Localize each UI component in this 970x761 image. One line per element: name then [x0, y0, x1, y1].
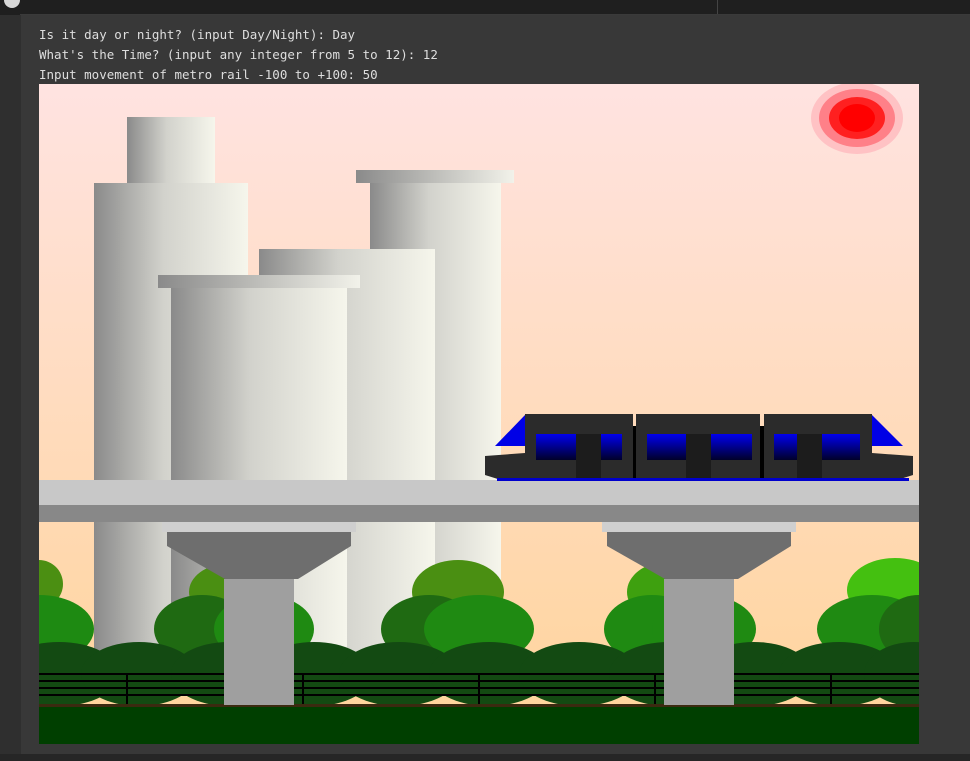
notebook-app: Is it day or night? (input Day/Night): D… — [0, 0, 970, 761]
train-front-nose — [485, 453, 525, 480]
train-door — [686, 434, 711, 480]
building-right-cap — [356, 170, 514, 183]
train-door — [576, 434, 601, 480]
sun-icon — [811, 84, 903, 154]
bottom-scrollbar-strip — [0, 754, 970, 761]
console-line-movement: Input movement of metro rail -100 to +10… — [39, 67, 378, 82]
city-metro-scene — [39, 84, 919, 744]
header-divider — [717, 0, 718, 15]
metro-track-underside — [39, 505, 919, 522]
train-rear-nose — [872, 453, 913, 480]
metro-train — [485, 414, 913, 481]
train-door — [797, 434, 822, 480]
console-line-time: What's the Time? (input any integer from… — [39, 47, 438, 62]
building-top-block — [127, 117, 215, 187]
ground-edge — [39, 704, 919, 707]
metro-track — [39, 480, 919, 505]
run-cell-icon[interactable] — [4, 0, 20, 8]
console-line-day-night: Is it day or night? (input Day/Night): D… — [39, 27, 356, 42]
cell-header-strip — [0, 0, 970, 15]
building-front-cap — [158, 275, 360, 288]
ground — [39, 707, 919, 744]
train-skirt — [497, 478, 909, 481]
